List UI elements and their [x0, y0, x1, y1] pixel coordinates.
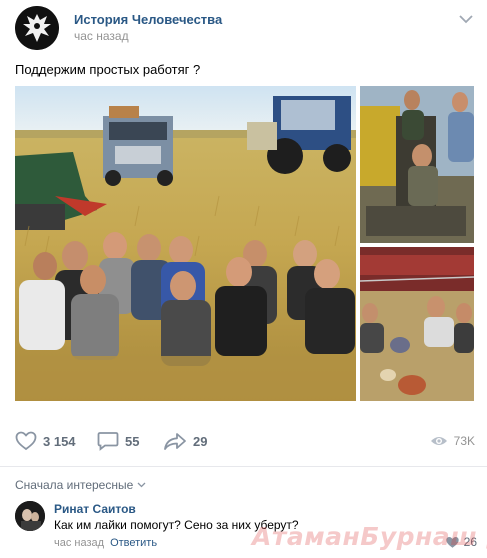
reply-button[interactable]: Ответить	[110, 537, 157, 549]
eye-icon	[430, 437, 447, 445]
author-avatar[interactable]	[15, 6, 59, 50]
post-text: Поддержим простых работяг ?	[15, 62, 201, 77]
chevron-down-icon[interactable]	[459, 14, 473, 24]
comment-button[interactable]: 55	[97, 428, 139, 454]
speech-bubble-icon	[97, 432, 119, 451]
photo-workers-resting[interactable]	[360, 247, 474, 401]
comment-meta: час назад Ответить	[54, 537, 157, 549]
commenter-avatar[interactable]	[15, 501, 45, 531]
comments-sort-dropdown[interactable]: Сначала интересные	[15, 478, 146, 492]
eagle-emblem-icon	[15, 6, 59, 50]
share-count: 29	[193, 433, 208, 449]
post-actions: 3 154 55 29 73K	[15, 428, 475, 454]
chevron-down-icon	[137, 482, 146, 488]
author-name[interactable]: История Человечества	[74, 12, 222, 27]
share-button[interactable]: 29	[163, 428, 207, 454]
photo-workers-on-tractor[interactable]	[360, 86, 474, 243]
post-header: История Человечества час назад	[15, 6, 475, 50]
comment-author[interactable]: Ринат Саитов	[54, 502, 136, 516]
sort-label: Сначала интересные	[15, 478, 134, 492]
comment-time[interactable]: час назад	[54, 537, 104, 549]
divider	[0, 466, 487, 467]
watermark: АтаманБурнаш для ЯП	[252, 522, 487, 551]
like-button[interactable]: 3 154	[15, 428, 76, 454]
comment-count: 55	[125, 433, 140, 449]
heart-icon	[15, 431, 37, 451]
views-count: 73K	[453, 434, 475, 448]
like-count: 3 154	[43, 433, 76, 449]
post-time[interactable]: час назад	[74, 29, 129, 43]
photo-workers-in-field[interactable]	[15, 86, 356, 401]
views-counter: 73K	[430, 428, 475, 454]
share-arrow-icon	[164, 433, 186, 450]
